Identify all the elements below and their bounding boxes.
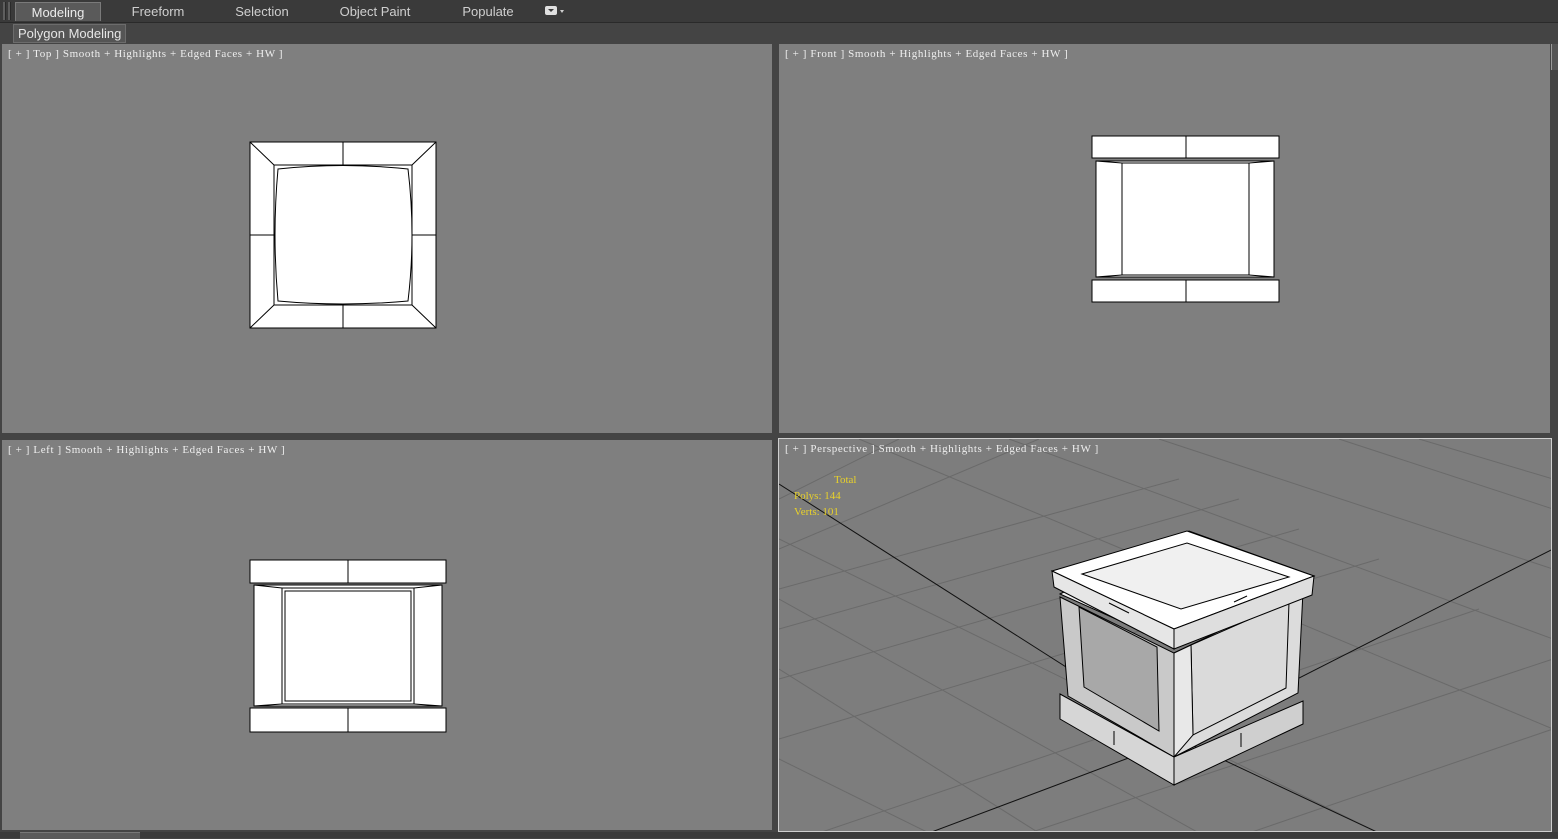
ribbon-grip-2[interactable] (8, 2, 11, 20)
stats-overlay: Total Polys: 144 Verts: 101 (794, 472, 856, 520)
top-view-mesh (249, 141, 437, 329)
stats-polys: Polys: 144 (794, 490, 841, 502)
tab-object-paint[interactable]: Object Paint (330, 2, 420, 21)
viewport-top[interactable]: [ + ] Top ] Smooth + Highlights + Edged … (2, 44, 772, 433)
tab-freeform[interactable]: Freeform (118, 2, 198, 21)
viewport-left[interactable]: [ + ] Left ] Smooth + Highlights + Edged… (2, 440, 772, 830)
polygon-modeling-panel-toggle[interactable]: Polygon Modeling (13, 24, 127, 43)
ribbon-panel-bar: Polygon Modeling (0, 23, 1558, 43)
stats-verts: Verts: 101 (794, 506, 839, 518)
stats-header: Total (834, 474, 857, 486)
time-slider-bar (0, 832, 1558, 838)
tab-selection[interactable]: Selection (222, 2, 302, 21)
tab-populate[interactable]: Populate (448, 2, 528, 21)
viewport-layout-scroll[interactable] (1551, 44, 1558, 70)
viewport-top-label[interactable]: [ + ] Top ] Smooth + Highlights + Edged … (8, 48, 283, 60)
ribbon-tab-bar: Modeling Freeform Selection Object Paint… (0, 0, 1558, 23)
tab-modeling[interactable]: Modeling (15, 2, 101, 21)
box-mesh (1050, 530, 1316, 786)
perspective-view-scene (779, 439, 1551, 831)
left-view-mesh (249, 559, 447, 733)
viewport-front-label[interactable]: [ + ] Front ] Smooth + Highlights + Edge… (785, 48, 1068, 60)
viewport-front[interactable]: [ + ] Front ] Smooth + Highlights + Edge… (779, 44, 1550, 433)
viewport-perspective[interactable]: [ + ] Perspective ] Smooth + Highlights … (778, 438, 1552, 832)
viewport-left-label[interactable]: [ + ] Left ] Smooth + Highlights + Edged… (8, 444, 285, 456)
ribbon-grip[interactable] (3, 2, 6, 20)
ribbon-options-icon (545, 6, 564, 15)
ribbon-options-button[interactable] (544, 5, 566, 18)
viewport-perspective-label[interactable]: [ + ] Perspective ] Smooth + Highlights … (785, 443, 1099, 455)
front-view-mesh (1091, 135, 1280, 303)
